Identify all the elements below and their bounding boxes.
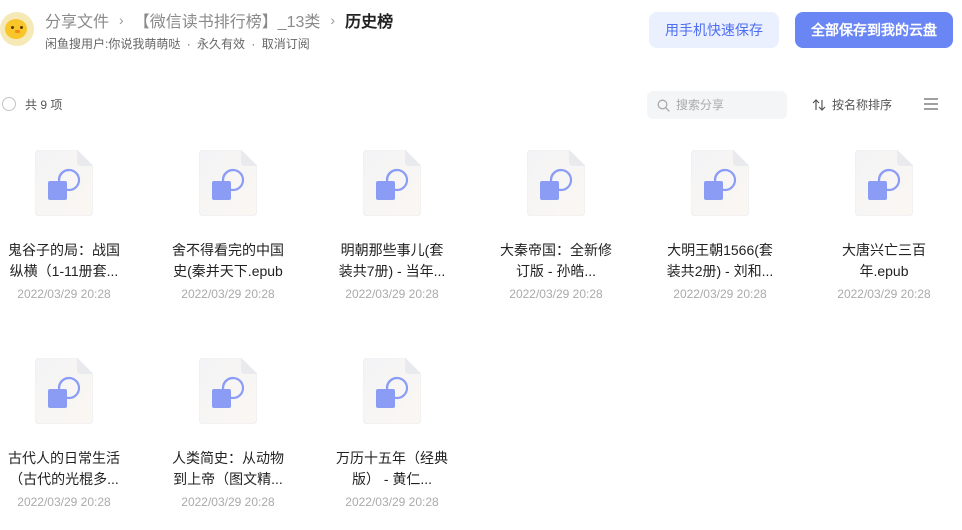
avatar[interactable] bbox=[0, 12, 34, 46]
file-item[interactable]: 鬼谷子的局：战国纵横（1-11册套... 2022/03/29 20:28 bbox=[0, 140, 128, 320]
breadcrumb-share-files[interactable]: 分享文件 bbox=[45, 8, 109, 32]
epub-file-icon bbox=[198, 357, 258, 425]
page-header: 分享文件 › 【微信读书排行榜】_13类 › 历史榜 闲鱼搜用户:你说我萌萌哒 … bbox=[0, 0, 962, 70]
file-item[interactable]: 大明王朝1566(套装共2册) - 刘和... 2022/03/29 20:28 bbox=[656, 140, 784, 320]
chick-icon bbox=[5, 19, 27, 39]
chevron-right-icon: › bbox=[119, 12, 124, 28]
chevron-right-icon: › bbox=[330, 12, 336, 28]
file-item[interactable]: 明朝那些事儿(套装共7册) - 当年... 2022/03/29 20:28 bbox=[328, 140, 456, 320]
file-name: 鬼谷子的局：战国纵横（1-11册套... bbox=[8, 242, 120, 279]
breadcrumb: 分享文件 › 【微信读书排行榜】_13类 › 历史榜 bbox=[45, 9, 393, 31]
separator-dot: · bbox=[251, 37, 256, 51]
epub-file-icon bbox=[362, 149, 422, 217]
share-validity: 永久有效 bbox=[197, 37, 246, 51]
avatar-eye-right bbox=[20, 26, 23, 29]
breadcrumb-current: 历史榜 bbox=[345, 14, 394, 31]
save-all-button[interactable]: 全部保存到我的云盘 bbox=[795, 12, 953, 48]
file-item[interactable]: 人类简史：从动物到上帝（图文精... 2022/03/29 20:28 bbox=[164, 348, 292, 528]
search-box[interactable] bbox=[647, 91, 787, 119]
file-name: 大秦帝国：全新修订版 - 孙皓... bbox=[500, 242, 612, 279]
file-name: 古代人的日常生活（古代的光棍多... bbox=[8, 450, 120, 487]
separator-dot: · bbox=[186, 37, 191, 51]
item-count: 共 9 项 bbox=[25, 98, 63, 112]
cancel-subscription-link[interactable]: 取消订阅 bbox=[262, 37, 310, 51]
file-name: 明朝那些事儿(套装共7册) - 当年... bbox=[338, 242, 446, 279]
toolbar: 共 9 项 按名称排序 bbox=[0, 88, 962, 120]
sort-icon bbox=[812, 98, 826, 111]
file-date: 2022/03/29 20:28 bbox=[509, 287, 603, 301]
file-date: 2022/03/29 20:28 bbox=[17, 287, 111, 301]
share-info: 闲鱼搜用户:你说我萌萌哒 · 永久有效 · 取消订阅 bbox=[45, 35, 310, 52]
epub-file-icon bbox=[854, 149, 914, 217]
file-date: 2022/03/29 20:28 bbox=[345, 287, 439, 301]
epub-file-icon bbox=[34, 357, 94, 425]
file-item[interactable]: 舍不得看完的中国史(秦并天下.epub 2022/03/29 20:28 bbox=[164, 140, 292, 320]
file-name: 人类简史：从动物到上帝（图文精... bbox=[172, 450, 284, 487]
file-name: 舍不得看完的中国史(秦并天下.epub bbox=[172, 242, 284, 279]
file-date: 2022/03/29 20:28 bbox=[345, 495, 439, 509]
search-input[interactable] bbox=[676, 98, 784, 112]
breadcrumb-wechat-ranking[interactable]: 【微信读书排行榜】_13类 bbox=[134, 8, 321, 32]
list-menu-icon[interactable] bbox=[923, 97, 939, 111]
file-item[interactable]: 古代人的日常生活（古代的光棍多... 2022/03/29 20:28 bbox=[0, 348, 128, 528]
select-all-checkbox[interactable] bbox=[2, 97, 16, 111]
file-date: 2022/03/29 20:28 bbox=[673, 287, 767, 301]
file-item[interactable]: 万历十五年（经典版） - 黄仁... 2022/03/29 20:28 bbox=[328, 348, 456, 528]
file-item[interactable]: 大秦帝国：全新修订版 - 孙皓... 2022/03/29 20:28 bbox=[492, 140, 620, 320]
avatar-eye-left bbox=[11, 26, 14, 29]
file-date: 2022/03/29 20:28 bbox=[181, 495, 275, 509]
share-owner: 闲鱼搜用户:你说我萌萌哒 bbox=[45, 37, 181, 51]
file-name: 大明王朝1566(套装共2册) - 刘和... bbox=[666, 242, 774, 279]
epub-file-icon bbox=[198, 149, 258, 217]
file-item[interactable]: 大唐兴亡三百年.epub 2022/03/29 20:28 bbox=[820, 140, 948, 320]
file-date: 2022/03/29 20:28 bbox=[17, 495, 111, 509]
epub-file-icon bbox=[690, 149, 750, 217]
file-name: 大唐兴亡三百年.epub bbox=[842, 242, 926, 279]
epub-file-icon bbox=[362, 357, 422, 425]
mobile-save-button[interactable]: 用手机快速保存 bbox=[649, 12, 779, 48]
file-date: 2022/03/29 20:28 bbox=[181, 287, 275, 301]
sort-button[interactable]: 按名称排序 bbox=[812, 96, 892, 113]
epub-file-icon bbox=[526, 149, 586, 217]
search-icon bbox=[657, 99, 670, 112]
file-name: 万历十五年（经典版） - 黄仁... bbox=[336, 450, 448, 487]
sort-label: 按名称排序 bbox=[832, 98, 893, 112]
epub-file-icon bbox=[34, 149, 94, 217]
file-date: 2022/03/29 20:28 bbox=[837, 287, 931, 301]
avatar-beak bbox=[15, 30, 20, 33]
